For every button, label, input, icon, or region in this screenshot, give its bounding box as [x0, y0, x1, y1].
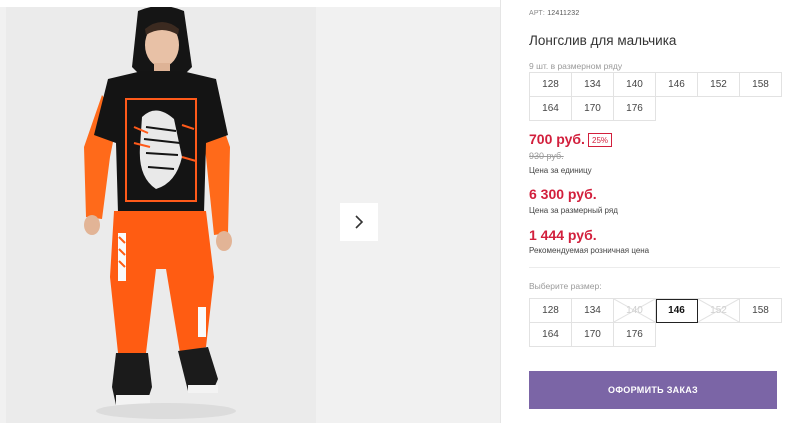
- size-row-cell: 176: [614, 97, 656, 121]
- size-option-label: 170: [584, 329, 601, 340]
- size-option-170[interactable]: 170: [572, 323, 614, 347]
- unit-price: 700 руб.: [529, 131, 585, 147]
- size-row-cell: 146: [656, 73, 698, 97]
- size-row-cell: 128: [530, 73, 572, 97]
- size-select-label: Выберите размер:: [529, 281, 602, 291]
- column-divider: [500, 0, 501, 423]
- size-option-164[interactable]: 164: [530, 323, 572, 347]
- size-option-label: 158: [752, 305, 769, 316]
- size-option-label: 146: [668, 305, 685, 316]
- product-photo-illustration: [6, 7, 316, 423]
- size-row-cell: 170: [572, 97, 614, 121]
- recommended-price: 1 444 руб.: [529, 227, 597, 243]
- article-number: АРТ: 12411232: [529, 10, 579, 17]
- size-row-grid: 128 134 140 146 152 158 164 170 176: [529, 72, 782, 121]
- size-option-152: 152: [698, 299, 740, 323]
- recommended-price-caption: Рекомендуемая розничная цена: [529, 246, 650, 255]
- size-option-128[interactable]: 128: [530, 299, 572, 323]
- old-price: 930 руб.: [529, 151, 564, 161]
- product-gallery: [0, 7, 500, 423]
- size-option-158[interactable]: 158: [740, 299, 782, 323]
- row-price: 6 300 руб.: [529, 186, 597, 202]
- product-photo: [6, 7, 316, 423]
- article-value: 12411232: [547, 10, 580, 17]
- place-order-button[interactable]: ОФОРМИТЬ ЗАКАЗ: [529, 371, 777, 409]
- size-option-label: 128: [542, 305, 559, 316]
- section-divider: [529, 267, 780, 268]
- size-option-176[interactable]: 176: [614, 323, 656, 347]
- unit-price-caption: Цена за единицу: [529, 166, 592, 175]
- size-row-cell: 158: [740, 73, 782, 97]
- size-option-label: 140: [626, 305, 643, 316]
- size-option-146[interactable]: 146: [656, 299, 698, 323]
- size-row-cell: 140: [614, 73, 656, 97]
- size-row-cell: 164: [530, 97, 572, 121]
- size-option-134[interactable]: 134: [572, 299, 614, 323]
- size-option-140: 140: [614, 299, 656, 323]
- next-image-button[interactable]: [340, 203, 378, 241]
- row-price-caption: Цена за размерный ряд: [529, 206, 618, 215]
- size-row-cell: 152: [698, 73, 740, 97]
- product-title: Лонгслив для мальчика: [529, 33, 677, 48]
- size-option-label: 164: [542, 329, 559, 340]
- chevron-right-icon: [355, 215, 364, 229]
- size-row-quantity: 9 шт. в размерном ряду: [529, 61, 623, 71]
- article-label: АРТ:: [529, 10, 546, 17]
- size-option-label: 176: [626, 329, 643, 340]
- size-selector: 128 134 140 146 152 158 164 170 176: [529, 298, 782, 347]
- size-option-label: 134: [584, 305, 601, 316]
- size-option-label: 152: [710, 305, 727, 316]
- discount-badge: 25%: [588, 133, 613, 147]
- size-row-cell: 134: [572, 73, 614, 97]
